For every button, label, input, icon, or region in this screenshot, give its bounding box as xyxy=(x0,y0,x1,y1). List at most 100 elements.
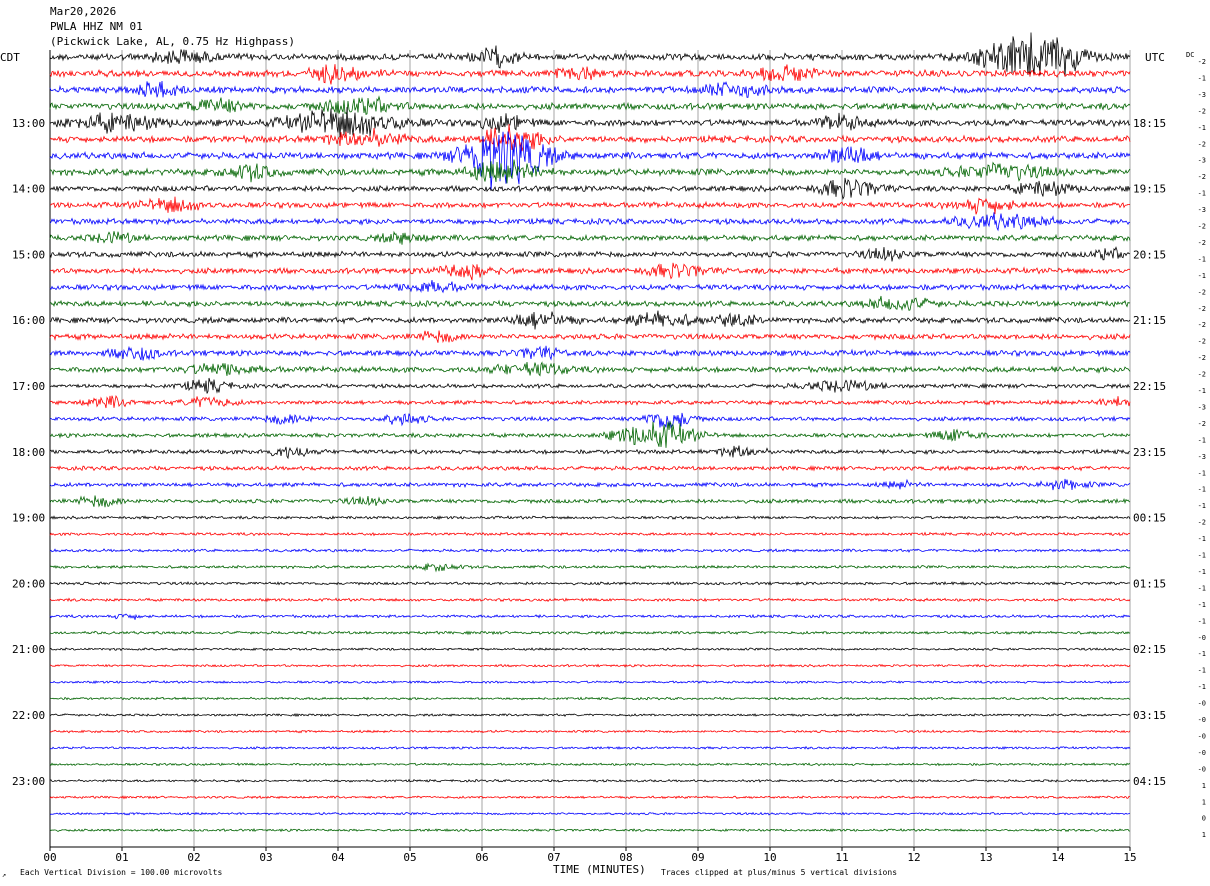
dc-offset-label: -1 xyxy=(1198,469,1206,477)
dc-offset-label: -1 xyxy=(1198,552,1206,560)
x-tick-label: 15 xyxy=(1123,851,1136,864)
seismic-trace-row-35 xyxy=(49,630,1131,636)
dc-offset-label: -3 xyxy=(1198,453,1206,461)
x-tick-label: 03 xyxy=(259,851,272,864)
dc-offset-label: -1 xyxy=(1198,74,1206,82)
right-hour-label: 02:15 xyxy=(1133,643,1166,656)
dc-offset-label: -1 xyxy=(1198,584,1206,592)
dc-offset-label: -1 xyxy=(1198,387,1206,395)
dc-offset-label: -1 xyxy=(1198,436,1206,444)
seismic-trace-row-42 xyxy=(49,745,1131,750)
dc-offset-label: 0 xyxy=(1202,815,1206,823)
seismic-trace-row-15 xyxy=(49,295,1131,312)
seismic-trace-row-19 xyxy=(49,361,1131,377)
dc-offset-label: -1 xyxy=(1198,502,1206,510)
dc-offset-label: -2 xyxy=(1198,173,1206,181)
seismic-trace-row-27 xyxy=(49,495,1131,508)
left-hour-label: 19:00 xyxy=(12,512,45,525)
x-tick-label: 11 xyxy=(835,851,848,864)
dc-offset-label: -2 xyxy=(1198,140,1206,148)
right-hour-label: 04:15 xyxy=(1133,775,1166,788)
seismic-trace-row-38 xyxy=(49,680,1131,685)
seismic-trace-row-5 xyxy=(49,123,1131,152)
seismic-trace-row-39 xyxy=(49,696,1131,701)
seismic-trace-row-24 xyxy=(49,445,1131,460)
x-tick-label: 00 xyxy=(43,851,56,864)
dc-offset-label: -2 xyxy=(1198,519,1206,527)
seismic-trace-row-14 xyxy=(49,280,1131,294)
left-hour-label: 23:00 xyxy=(12,775,45,788)
seismic-trace-row-3 xyxy=(49,95,1131,117)
dc-offset-label: 1 xyxy=(1202,831,1206,839)
dc-offset-label: -0 xyxy=(1198,732,1206,740)
seismic-trace-row-44 xyxy=(49,778,1131,783)
axis-labels: 00 01 02 03 04 05 06 07 08 09 10 11 12 13 14 1513:00 18:… xyxy=(12,58,1206,864)
seismic-trace-row-33 xyxy=(49,597,1131,603)
x-tick-label: 06 xyxy=(475,851,488,864)
dc-offset-label: -2 xyxy=(1198,354,1206,362)
right-hour-label: 00:15 xyxy=(1133,512,1166,525)
seismic-trace-row-23 xyxy=(49,420,1131,448)
x-tick-label: 10 xyxy=(763,851,776,864)
dc-offset-label: -2 xyxy=(1198,288,1206,296)
seismic-trace-row-20 xyxy=(49,377,1131,394)
seismic-trace-row-36 xyxy=(49,647,1131,652)
dc-offset-label: -0 xyxy=(1198,716,1206,724)
seismic-trace-row-31 xyxy=(49,562,1131,573)
dc-offset-label: -0 xyxy=(1198,634,1206,642)
seismic-trace-row-9 xyxy=(49,196,1131,215)
x-axis-label: TIME (MINUTES) xyxy=(553,863,646,876)
dc-offset-label: -1 xyxy=(1198,617,1206,625)
seismic-trace-row-47 xyxy=(49,828,1131,833)
seismic-trace-row-16 xyxy=(49,310,1131,330)
seismic-trace-row-8 xyxy=(49,177,1131,200)
dc-offset-label: -2 xyxy=(1198,223,1206,231)
dc-offset-label: -3 xyxy=(1198,206,1206,214)
seismic-trace-row-34 xyxy=(49,613,1131,620)
seismic-trace-row-17 xyxy=(49,330,1131,344)
x-tick-label: 13 xyxy=(979,851,992,864)
dc-offset-label: -1 xyxy=(1198,486,1206,494)
right-hour-label: 19:15 xyxy=(1133,183,1166,196)
dc-offset-label: -2 xyxy=(1198,420,1206,428)
x-tick-label: 12 xyxy=(907,851,920,864)
dc-offset-label: -1 xyxy=(1198,667,1206,675)
left-hour-label: 17:00 xyxy=(12,380,45,393)
seismic-trace-row-41 xyxy=(49,729,1131,734)
seismic-trace-row-4 xyxy=(49,107,1131,138)
left-hour-label: 14:00 xyxy=(12,183,45,196)
dc-offset-label: -2 xyxy=(1198,58,1206,66)
seismic-trace-row-29 xyxy=(49,531,1131,537)
clip-note: Traces clipped at plus/minus 5 vertical … xyxy=(661,868,897,877)
seismic-trace-row-28 xyxy=(49,515,1131,521)
right-hour-label: 22:15 xyxy=(1133,380,1166,393)
right-hour-label: 20:15 xyxy=(1133,248,1166,261)
x-tick-label: 05 xyxy=(403,851,416,864)
seismic-trace-row-43 xyxy=(49,762,1131,767)
left-hour-label: 18:00 xyxy=(12,446,45,459)
helicorder-plot: 00 01 02 03 04 05 06 07 08 09 10 11 12 13 14 1513:00 18:… xyxy=(0,32,1206,879)
dc-offset-label: -0 xyxy=(1198,765,1206,773)
dc-offset-label: -3 xyxy=(1198,91,1206,99)
right-hour-label: 21:15 xyxy=(1133,314,1166,327)
dc-offset-label: 1 xyxy=(1202,798,1206,806)
seismic-trace-row-26 xyxy=(49,478,1131,491)
dc-offset-label: -2 xyxy=(1198,371,1206,379)
dc-offset-label: -2 xyxy=(1198,239,1206,247)
right-hour-label: 01:15 xyxy=(1133,577,1166,590)
seismic-trace-row-22 xyxy=(49,412,1131,429)
seismic-trace-row-12 xyxy=(49,246,1131,262)
dc-offset-label: -1 xyxy=(1198,683,1206,691)
left-hour-label: 15:00 xyxy=(12,248,45,261)
x-tick-label: 09 xyxy=(691,851,704,864)
corner-mark: ↗ xyxy=(2,871,6,879)
x-tick-label: 02 xyxy=(187,851,200,864)
scale-note: Each Vertical Division = 100.00 microvol… xyxy=(20,868,222,877)
dc-offset-label: -2 xyxy=(1198,305,1206,313)
seismic-trace-row-1 xyxy=(49,64,1131,85)
seismic-trace-row-30 xyxy=(49,548,1131,554)
seismic-trace-row-21 xyxy=(49,395,1131,409)
dc-offset-label: -1 xyxy=(1198,255,1206,263)
dc-offset-label: -3 xyxy=(1198,403,1206,411)
left-hour-label: 21:00 xyxy=(12,643,45,656)
